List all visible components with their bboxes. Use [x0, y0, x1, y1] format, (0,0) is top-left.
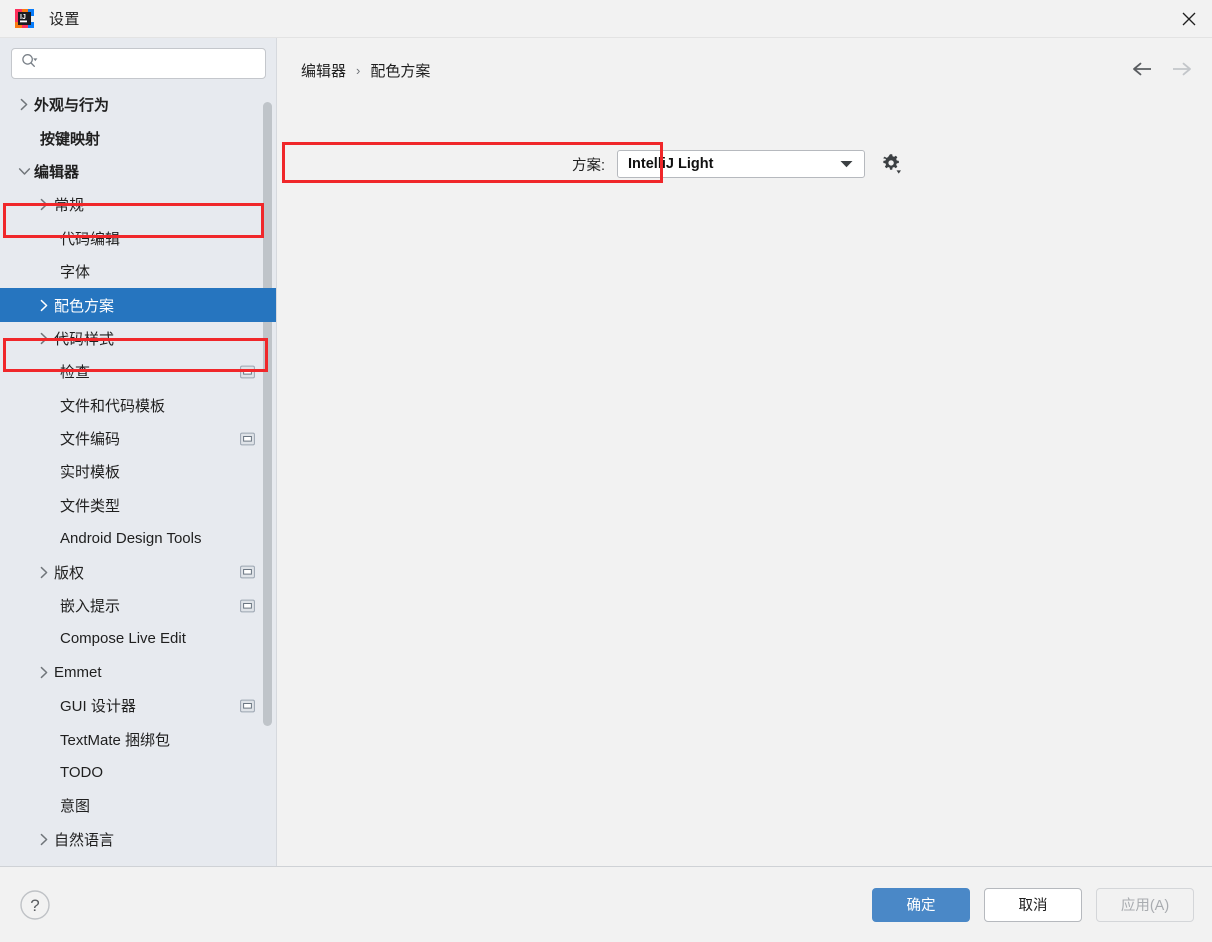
search-input[interactable] — [47, 49, 265, 78]
breadcrumb-current: 配色方案 — [370, 63, 431, 80]
chevron-right-icon[interactable] — [34, 198, 54, 211]
apply-button: 应用(A) — [1096, 887, 1194, 922]
scheme-combobox[interactable]: IntelliJ Light — [617, 150, 866, 178]
sidebar-item[interactable]: GUI 设计器 — [0, 689, 277, 722]
breadcrumb-parent[interactable]: 编辑器 — [301, 60, 346, 81]
sidebar-item-label: 文件类型 — [60, 497, 121, 515]
sidebar-item[interactable]: 字体 — [0, 255, 277, 288]
sidebar-item-label: 外观与行为 — [34, 97, 110, 115]
sidebar-item[interactable]: 代码样式 — [0, 322, 277, 355]
scheme-value: IntelliJ Light — [628, 156, 714, 172]
sidebar-item[interactable]: 配色方案 — [0, 288, 277, 322]
settings-main-panel: 编辑器 › 配色方案 方案: IntelliJ Light — [277, 38, 1212, 866]
intellij-idea-icon: IJ — [14, 8, 35, 29]
dialog-body: 外观与行为 按键映射 编辑器 常规 代码编辑 字体 配色方案 代码样式 检查 文件和代码模板 文件编… — [0, 37, 1212, 866]
sidebar-item-label: 意图 — [60, 798, 91, 816]
scope-badge-icon — [240, 565, 255, 579]
breadcrumb-separator: › — [356, 63, 361, 78]
chevron-right-icon[interactable] — [34, 332, 54, 345]
chevron-right-icon[interactable] — [34, 566, 54, 579]
navigation-arrows — [1132, 58, 1192, 80]
chevron-right-icon[interactable] — [34, 666, 54, 679]
sidebar-item-label: Emmet — [54, 663, 102, 681]
sidebar-item-label: 文件和代码模板 — [60, 397, 166, 415]
sidebar-item[interactable]: 自然语言 — [0, 823, 277, 856]
sidebar-item[interactable]: Emmet — [0, 656, 277, 689]
settings-sidebar: 外观与行为按键映射编辑器常规代码编辑字体配色方案代码样式检查文件和代码模板 文件编… — [0, 38, 277, 866]
sidebar-item-label: 自然语言 — [54, 831, 115, 849]
sidebar-item-label: 代码编辑 — [60, 230, 121, 248]
sidebar-item[interactable]: 编辑器 — [0, 155, 277, 188]
close-icon[interactable] — [1166, 0, 1212, 37]
sidebar-item[interactable]: 文件类型 — [0, 489, 277, 522]
chevron-down-icon[interactable] — [14, 166, 34, 177]
chevron-right-icon[interactable] — [34, 833, 54, 846]
sidebar-item-label: 版权 — [54, 564, 85, 582]
sidebar-item[interactable]: 意图 — [0, 789, 277, 822]
sidebar-item[interactable]: 按键映射 — [0, 121, 277, 154]
chevron-right-icon[interactable] — [14, 98, 34, 111]
sidebar-item[interactable]: 检查 — [0, 355, 277, 388]
scope-badge-icon — [240, 365, 255, 379]
sidebar-item-label: 检查 — [60, 364, 91, 382]
breadcrumb: 编辑器 › 配色方案 — [301, 60, 430, 81]
dialog-footer: ? 确定 取消 应用(A) — [0, 866, 1212, 942]
sidebar-item[interactable]: 实时模板 — [0, 455, 277, 488]
sidebar-item-label: 嵌入提示 — [60, 598, 121, 616]
sidebar-item-label: GUI 设计器 — [60, 698, 136, 716]
search-box[interactable] — [11, 48, 266, 79]
search-area — [0, 38, 277, 86]
sidebar-item-label: Android Design Tools — [60, 530, 202, 548]
sidebar-item[interactable]: 版权 — [0, 555, 277, 588]
scope-badge-icon — [240, 599, 255, 612]
sidebar-item[interactable]: 外观与行为 — [0, 88, 277, 121]
settings-tree[interactable]: 外观与行为按键映射编辑器常规代码编辑字体配色方案代码样式检查文件和代码模板 文件编… — [0, 86, 277, 866]
svg-text:?: ? — [30, 896, 39, 915]
title-bar: IJ 设置 — [0, 0, 1212, 37]
chevron-right-icon[interactable] — [34, 299, 54, 312]
arrow-left-icon[interactable] — [1132, 58, 1154, 80]
scheme-label: 方案: — [572, 157, 606, 174]
sidebar-item-label: 文件编码 — [60, 431, 121, 449]
arrow-right-icon — [1170, 58, 1192, 80]
sidebar-item-label: 字体 — [60, 264, 91, 282]
sidebar-item-label: 实时模板 — [60, 464, 121, 482]
scope-badge-icon — [240, 432, 255, 445]
cancel-button[interactable]: 取消 — [984, 887, 1082, 922]
sidebar-item[interactable]: Android Design Tools — [0, 522, 277, 555]
svg-text:IJ: IJ — [20, 14, 26, 21]
sidebar-item-label: 编辑器 — [34, 163, 80, 181]
sidebar-item[interactable]: 文件编码 — [0, 422, 277, 455]
sidebar-item-label: 按键映射 — [40, 130, 101, 148]
sidebar-item[interactable]: TextMate 捆绑包 — [0, 722, 277, 755]
ok-button[interactable]: 确定 — [872, 887, 970, 922]
gear-icon[interactable] — [878, 151, 904, 177]
sidebar-item[interactable]: 代码编辑 — [0, 222, 277, 255]
search-icon — [21, 53, 39, 74]
sidebar-item[interactable]: 嵌入提示 — [0, 589, 277, 622]
footer-buttons: 确定 取消 应用(A) — [872, 887, 1194, 922]
sidebar-item[interactable]: TODO — [0, 756, 277, 789]
sidebar-item-label: Compose Live Edit — [60, 630, 186, 648]
sidebar-item-label: 代码样式 — [54, 330, 115, 348]
window-title: 设置 — [49, 11, 80, 28]
sidebar-item[interactable]: 文件和代码模板 — [0, 389, 277, 422]
sidebar-item-label: TODO — [60, 764, 104, 781]
help-icon[interactable]: ? — [18, 888, 52, 922]
sidebar-item-label: 常规 — [54, 197, 85, 215]
scheme-row: 方案: IntelliJ Light — [572, 146, 904, 182]
sidebar-item[interactable]: Compose Live Edit — [0, 622, 277, 655]
settings-dialog: IJ 设置 外观与行为 按键映射 编辑器 常规 代码编辑 字体 配色方案 代码样… — [0, 0, 1212, 942]
sidebar-item-label: TextMate 捆绑包 — [60, 731, 171, 749]
scope-badge-icon — [240, 699, 255, 713]
sidebar-item[interactable]: 常规 — [0, 188, 277, 221]
sidebar-item-label: 配色方案 — [54, 297, 115, 315]
chevron-down-icon — [840, 156, 853, 172]
